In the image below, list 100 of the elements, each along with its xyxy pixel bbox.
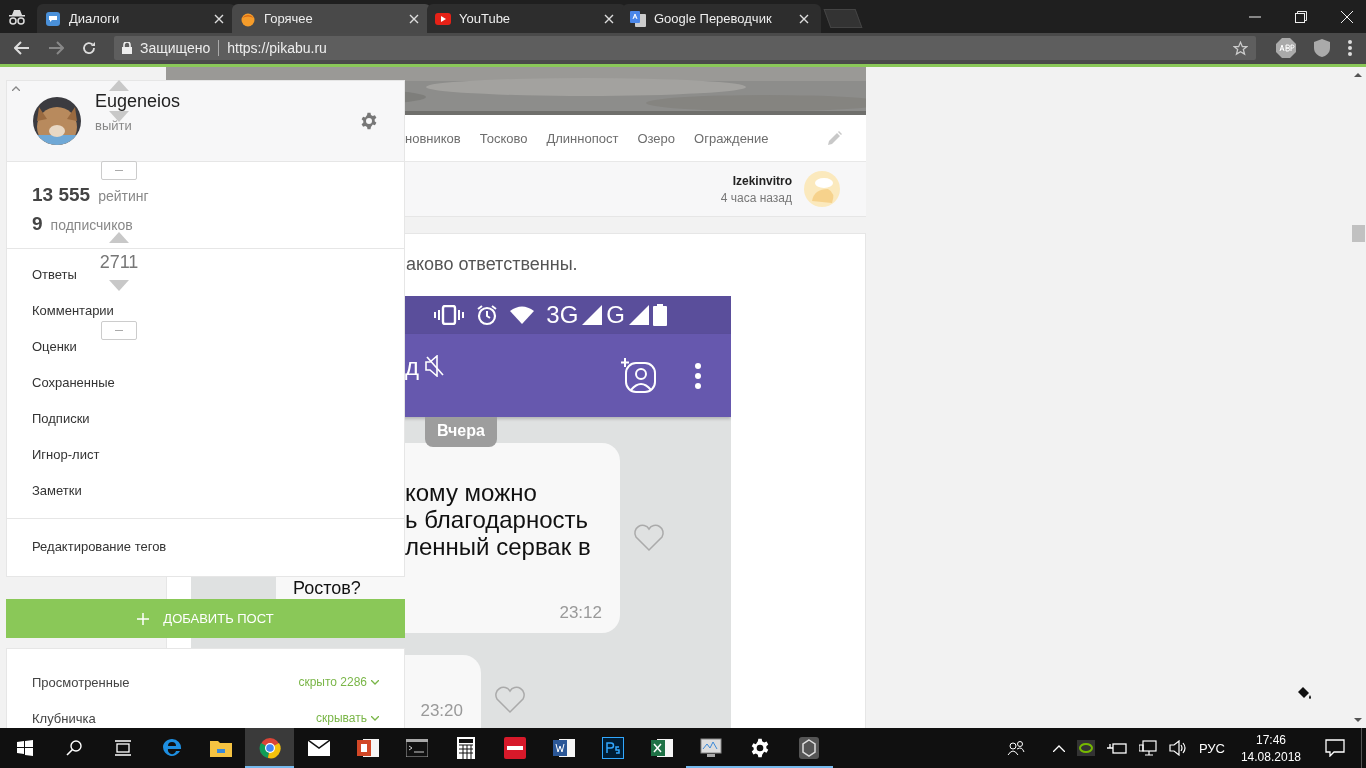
chat-icon (45, 10, 61, 27)
gpu-icon[interactable] (1076, 740, 1095, 756)
menu-item[interactable]: Подписки (32, 401, 90, 437)
tag-link[interactable]: новников (405, 130, 461, 146)
translate-icon (630, 10, 646, 27)
more-icon[interactable] (695, 362, 701, 389)
rating-value: 2711 (99, 251, 139, 274)
close-icon[interactable] (214, 13, 224, 24)
stat-label: подписчиков (50, 216, 133, 235)
shield-icon[interactable] (1314, 39, 1330, 57)
date-chip: Вчера (425, 417, 497, 447)
chevron-up-icon[interactable] (1052, 744, 1065, 752)
settings-icon (749, 738, 770, 758)
network-label: 3G (546, 301, 579, 329)
scrollbar[interactable] (1350, 67, 1366, 728)
browser-tab[interactable]: Google Переводчик (622, 4, 821, 33)
volume-icon[interactable] (1168, 740, 1187, 756)
task-view-icon (113, 740, 132, 756)
chat-title: д (405, 352, 419, 381)
battery-icon (653, 304, 667, 326)
power-icon[interactable] (1106, 741, 1127, 755)
menu-item[interactable]: Ответы (32, 257, 77, 293)
tag-link[interactable]: Озеро (637, 130, 676, 146)
message-text: Ростов? (293, 578, 361, 599)
star-icon[interactable] (1233, 40, 1248, 56)
stat-value: 9 (32, 213, 43, 235)
document-icon (552, 737, 575, 759)
windows-icon (16, 740, 33, 756)
clock[interactable]: 17:46 14.08.2018 (1240, 732, 1301, 764)
user-name[interactable]: Eugeneios (95, 91, 181, 112)
filter-label: Просмотренные (32, 674, 130, 690)
lock-icon (122, 42, 132, 54)
scroll-thumb[interactable] (1351, 225, 1365, 242)
stat-value: 13 555 (32, 184, 91, 206)
search-icon (65, 740, 82, 756)
close-icon[interactable] (604, 13, 614, 24)
author-name[interactable]: Izekinvitro (732, 173, 792, 188)
language-indicator[interactable]: РУС (1198, 740, 1225, 756)
browser-tab[interactable]: YouTube (427, 4, 626, 33)
image-editor-icon (601, 737, 624, 759)
message-time: 23:20 (420, 701, 463, 721)
signal-icon (629, 305, 649, 325)
settings-icon[interactable] (360, 112, 378, 130)
vibrate-icon (434, 305, 465, 325)
menu-item[interactable]: Редактирование тегов (32, 529, 167, 565)
alarm-icon (476, 304, 499, 326)
plus-icon (137, 612, 150, 625)
address-bar[interactable]: Защищено https://pikabu.ru (114, 36, 1256, 60)
back-icon[interactable] (14, 41, 30, 55)
spreadsheet-icon (650, 737, 673, 759)
tab-title: Горячее (264, 11, 314, 26)
tag-link[interactable]: Тосково (479, 130, 528, 146)
tab-title: Диалоги (69, 11, 121, 26)
taskbar-button[interactable] (245, 728, 294, 768)
browser-tab[interactable]: Горячее (232, 4, 431, 33)
presentation-icon (356, 737, 379, 759)
forward-icon[interactable] (48, 41, 64, 55)
stat-label: рейтинг (98, 187, 149, 206)
menu-item[interactable]: Комментарии (32, 293, 114, 329)
notifications-icon[interactable] (1325, 739, 1345, 757)
close-icon[interactable] (1341, 10, 1353, 23)
chevron-down-icon (371, 679, 379, 685)
adblock-icon[interactable] (1276, 38, 1296, 58)
tag-link[interactable]: Длиннопост (546, 130, 619, 146)
network-label: G (606, 301, 625, 329)
scroll-down-icon[interactable] (1354, 718, 1362, 723)
restore-icon[interactable] (1295, 10, 1307, 23)
post-time: 4 часа назад (720, 190, 792, 205)
message-text: ь благодарность (405, 506, 589, 533)
message-time: 23:12 (559, 603, 602, 623)
muted-icon (425, 354, 445, 377)
people-icon[interactable] (1006, 740, 1025, 756)
menu-item[interactable]: Сохраненные (32, 365, 115, 401)
network-icon[interactable] (1138, 740, 1157, 756)
menu-item[interactable]: Оценки (32, 329, 77, 365)
caret-icon[interactable] (12, 86, 20, 91)
menu-item[interactable]: Заметки (32, 473, 82, 509)
chrome-icon (258, 737, 281, 759)
scroll-up-icon[interactable] (1354, 72, 1362, 77)
app-icon (503, 737, 526, 759)
tag-link[interactable]: Ограждение (694, 130, 769, 146)
incognito-icon (7, 8, 27, 25)
paint-bucket-icon[interactable] (1296, 686, 1312, 700)
close-icon[interactable] (409, 13, 419, 24)
clock-date: 14.08.2018 (1240, 749, 1301, 764)
monitor-icon (698, 737, 723, 759)
add-contact-icon[interactable] (621, 357, 657, 394)
calculator-icon (456, 737, 475, 759)
minus-icon (115, 169, 123, 172)
play-icon (435, 12, 451, 25)
browser-icon (161, 738, 182, 758)
menu-item[interactable]: Игнор-лист (32, 437, 100, 473)
terminal-icon (405, 739, 428, 757)
game-icon (798, 737, 819, 759)
browser-tab[interactable]: Диалоги (37, 4, 236, 33)
close-icon[interactable] (799, 13, 809, 24)
post-text: аково ответственны. (405, 253, 579, 276)
clock-time: 17:46 (1255, 732, 1286, 747)
reload-icon[interactable] (82, 41, 96, 55)
menu-icon[interactable] (1348, 40, 1352, 56)
